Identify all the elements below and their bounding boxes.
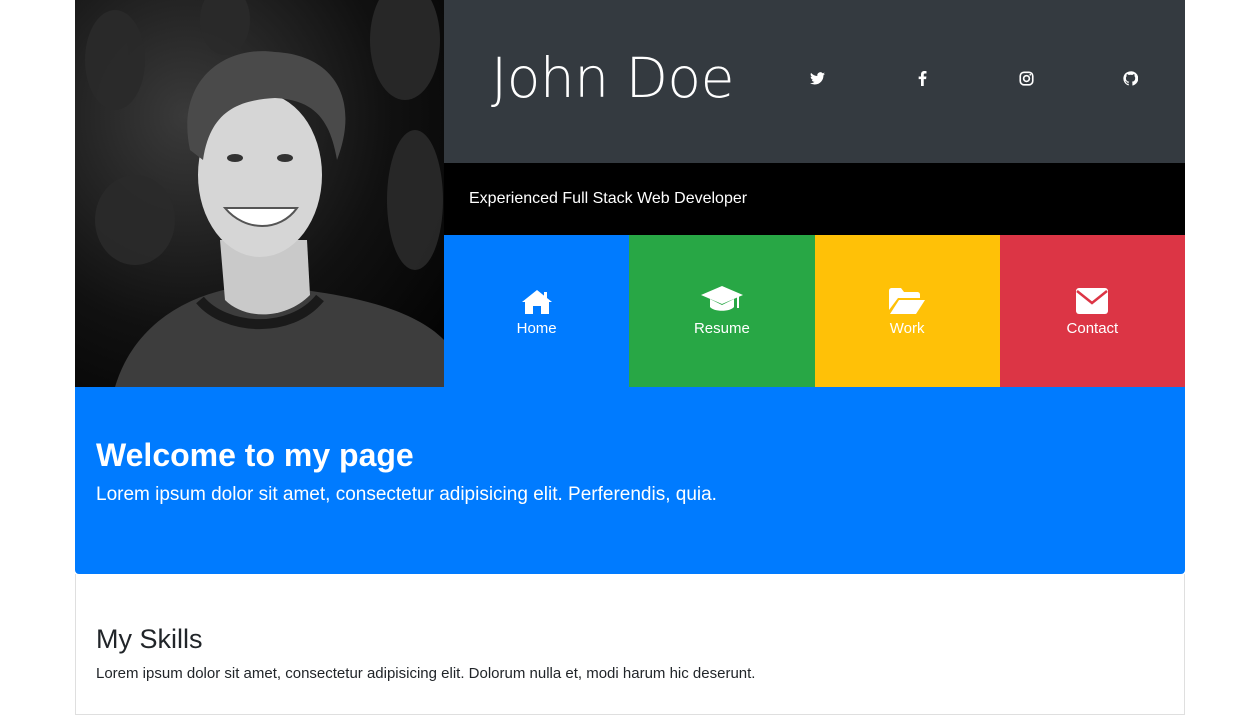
instagram-icon	[1018, 71, 1034, 91]
profile-tagline: Experienced Full Stack Web Developer	[469, 190, 748, 207]
graduation-cap-icon	[700, 285, 743, 314]
envelope-icon	[1076, 286, 1109, 314]
nav-label-work: Work	[889, 319, 925, 337]
twitter-icon	[809, 72, 825, 90]
twitter-link[interactable]	[806, 70, 828, 92]
instagram-link[interactable]	[1015, 70, 1037, 92]
nav-tile-resume[interactable]: Resume	[629, 235, 815, 387]
welcome-section: Welcome to my page Lorem ipsum dolor sit…	[75, 387, 1185, 574]
nav-tile-work[interactable]: Work	[814, 235, 1000, 387]
tagline-bar: Experienced Full Stack Web Developer	[444, 163, 1185, 235]
facebook-link[interactable]	[911, 70, 933, 92]
facebook-icon	[918, 70, 927, 91]
welcome-title: Welcome to my page	[96, 437, 414, 473]
skills-title: My Skills	[96, 624, 203, 654]
home-icon	[521, 286, 552, 314]
name-bar: John Doe	[444, 0, 1185, 163]
skills-text: Lorem ipsum dolor sit amet, consectetur …	[96, 665, 756, 682]
header-right-panel: John Doe Experienced Full Stack Web Deve…	[444, 0, 1185, 387]
skills-section: My Skills Lorem ipsum dolor sit amet, co…	[75, 574, 1185, 715]
nav-tiles: Home Resume Work Contact	[444, 235, 1185, 387]
profile-name: John Doe	[491, 46, 734, 110]
github-link[interactable]	[1119, 70, 1141, 92]
header: John Doe Experienced Full Stack Web Deve…	[75, 0, 1185, 387]
welcome-text: Lorem ipsum dolor sit amet, consectetur …	[96, 484, 717, 505]
nav-label-resume: Resume	[693, 319, 750, 337]
nav-label-home: Home	[516, 319, 557, 337]
page-container: John Doe Experienced Full Stack Web Deve…	[75, 0, 1185, 715]
nav-tile-home[interactable]: Home	[444, 235, 630, 387]
github-icon	[1122, 71, 1138, 91]
folder-open-icon	[889, 286, 926, 314]
profile-photo	[75, 0, 444, 387]
nav-label-contact: Contact	[1066, 319, 1119, 337]
nav-tile-contact[interactable]: Contact	[999, 235, 1185, 387]
